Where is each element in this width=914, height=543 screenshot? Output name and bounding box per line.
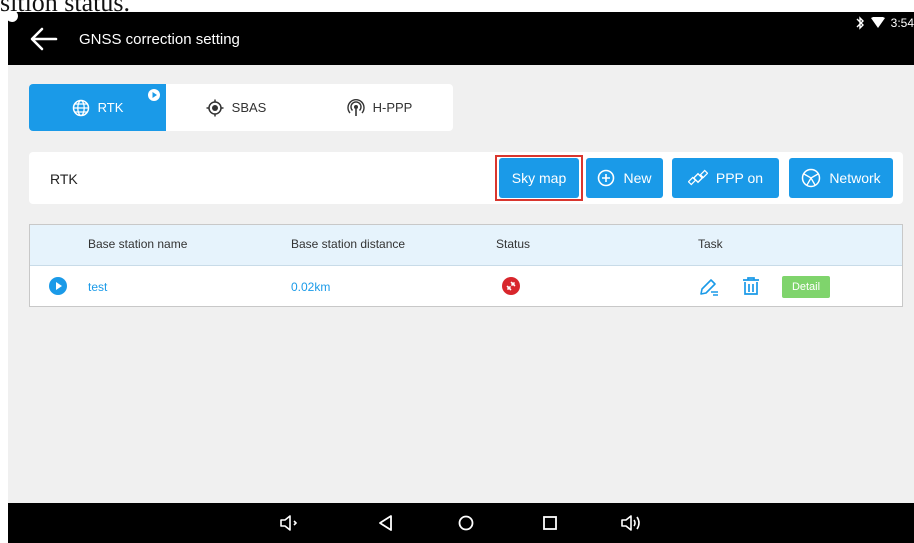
bluetooth-icon bbox=[856, 16, 864, 30]
tablet-screen: GNSS correction setting 3:54 RTK SBAS H-… bbox=[8, 12, 914, 543]
network-button[interactable]: Network bbox=[789, 158, 893, 198]
antenna-icon bbox=[347, 98, 365, 116]
edit-icon[interactable] bbox=[698, 277, 720, 297]
station-name: test bbox=[88, 280, 108, 294]
table-row[interactable]: test 0.02km Detail bbox=[30, 266, 902, 306]
tab-h-ppp-label: H-PPP bbox=[372, 100, 413, 115]
page-title: GNSS correction setting bbox=[79, 31, 240, 48]
disconnected-icon bbox=[502, 277, 520, 295]
network-globe-icon bbox=[802, 168, 821, 188]
play-circle-icon[interactable] bbox=[49, 277, 67, 295]
station-distance: 0.02km bbox=[291, 280, 331, 294]
caption-strip: sition status. bbox=[0, 0, 914, 12]
volume-up-icon[interactable] bbox=[619, 512, 643, 534]
status-bar: GNSS correction setting 3:54 bbox=[8, 12, 914, 65]
highlight-box bbox=[495, 155, 583, 201]
recents-square-icon[interactable] bbox=[538, 512, 562, 534]
status-icons: 3:54 bbox=[855, 16, 914, 30]
column-header: Task bbox=[698, 237, 723, 251]
tab-sbas[interactable]: SBAS bbox=[166, 84, 306, 131]
detail-button[interactable]: Detail bbox=[782, 276, 830, 298]
tab-rtk-label: RTK bbox=[97, 100, 124, 115]
satellite-icon bbox=[687, 169, 708, 186]
back-triangle-icon[interactable] bbox=[374, 512, 398, 534]
trash-icon[interactable] bbox=[741, 276, 761, 296]
target-icon bbox=[206, 99, 224, 116]
home-circle-icon[interactable] bbox=[454, 512, 478, 534]
table-header: Base station name Base station distance … bbox=[30, 225, 902, 266]
column-header: Base station name bbox=[88, 237, 188, 251]
rtk-section-label: RTK bbox=[50, 171, 78, 187]
ppp-on-label: PPP on bbox=[715, 170, 764, 186]
correction-tabs: RTK SBAS H-PPP bbox=[29, 84, 453, 131]
new-label: New bbox=[623, 170, 652, 186]
globe-icon bbox=[72, 99, 89, 116]
play-badge-icon bbox=[148, 89, 160, 101]
base-station-table: Base station name Base station distance … bbox=[29, 224, 903, 307]
network-label: Network bbox=[829, 170, 881, 186]
plus-circle-icon bbox=[598, 169, 615, 187]
ppp-on-button[interactable]: PPP on bbox=[672, 158, 779, 198]
caption-text: sition status. bbox=[0, 0, 130, 12]
navigation-bar bbox=[8, 503, 914, 543]
tab-h-ppp[interactable]: H-PPP bbox=[306, 84, 453, 131]
volume-down-icon[interactable] bbox=[278, 512, 302, 534]
column-header: Status bbox=[496, 237, 531, 251]
tab-sbas-label: SBAS bbox=[231, 100, 267, 115]
arrow-left-icon[interactable] bbox=[28, 26, 58, 52]
wifi-icon bbox=[870, 17, 885, 28]
clock: 3:54 bbox=[890, 16, 914, 30]
new-button[interactable]: New bbox=[586, 158, 663, 198]
rtk-toolbar: RTK Sky map New PPP on Network bbox=[29, 152, 903, 204]
tab-rtk[interactable]: RTK bbox=[29, 84, 166, 131]
column-header: Base station distance bbox=[291, 237, 406, 251]
notification-dot bbox=[8, 12, 18, 22]
